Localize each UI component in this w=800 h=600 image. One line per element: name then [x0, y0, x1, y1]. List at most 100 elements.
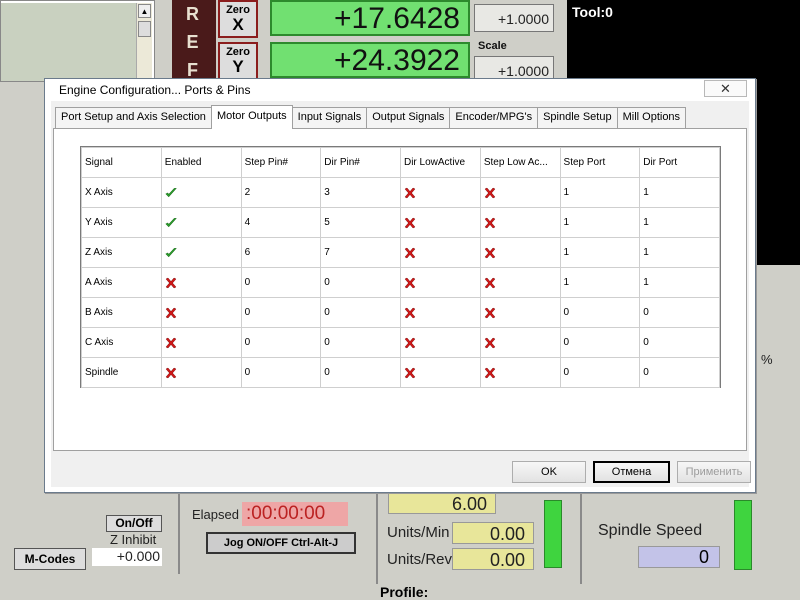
check-icon[interactable]: [165, 217, 178, 229]
cell-step-pin[interactable]: 0: [240, 357, 322, 388]
ok-button[interactable]: OK: [512, 461, 586, 483]
tab-encoder-mpg[interactable]: Encoder/MPG's: [449, 107, 539, 128]
cell-signal[interactable]: Z Axis: [81, 237, 162, 268]
cell-enabled[interactable]: [160, 237, 242, 268]
cell-step-port[interactable]: 0: [559, 327, 641, 358]
cell-signal[interactable]: B Axis: [81, 297, 162, 328]
tab-port-setup[interactable]: Port Setup and Axis Selection: [55, 107, 212, 128]
cell-enabled[interactable]: [160, 357, 242, 388]
scroll-up-icon[interactable]: ▲: [138, 4, 151, 18]
cell-step-pin[interactable]: 0: [240, 267, 322, 298]
z-inhibit-toggle[interactable]: On/Off: [106, 515, 162, 532]
cell-step-low-active[interactable]: [479, 237, 561, 268]
cell-enabled[interactable]: [160, 207, 242, 238]
cell-dir-pin[interactable]: 3: [320, 177, 401, 208]
cell-dir-low-active[interactable]: [399, 177, 481, 208]
cell-dir-low-active[interactable]: [399, 207, 481, 238]
cell-step-low-active[interactable]: [479, 267, 561, 298]
cell-signal[interactable]: Spindle: [81, 357, 162, 388]
cross-icon[interactable]: [404, 367, 417, 379]
cell-dir-port[interactable]: 1: [639, 267, 720, 298]
check-icon[interactable]: [165, 247, 178, 259]
cell-dir-low-active[interactable]: [399, 327, 481, 358]
tab-motor-outputs[interactable]: Motor Outputs: [210, 105, 293, 129]
cross-icon[interactable]: [484, 247, 497, 259]
cell-step-low-active[interactable]: [479, 207, 561, 238]
cross-icon[interactable]: [484, 337, 497, 349]
cell-enabled[interactable]: [160, 177, 242, 208]
tab-mill-options[interactable]: Mill Options: [616, 107, 687, 128]
ref-all-button[interactable]: R E F: [180, 0, 206, 82]
cross-icon[interactable]: [484, 307, 497, 319]
tab-input-signals[interactable]: Input Signals: [291, 107, 368, 128]
cross-icon[interactable]: [404, 247, 417, 259]
cross-icon[interactable]: [404, 307, 417, 319]
cross-icon[interactable]: [165, 307, 178, 319]
mcodes-button[interactable]: M-Codes: [14, 548, 86, 570]
cell-dir-port[interactable]: 1: [639, 237, 720, 268]
cross-icon[interactable]: [404, 187, 417, 199]
cell-step-pin[interactable]: 0: [240, 327, 322, 358]
cell-step-low-active[interactable]: [479, 297, 561, 328]
cell-step-port[interactable]: 1: [559, 177, 641, 208]
cell-enabled[interactable]: [160, 297, 242, 328]
cell-step-port[interactable]: 0: [559, 297, 641, 328]
cell-signal[interactable]: Y Axis: [81, 207, 162, 238]
cell-dir-port[interactable]: 1: [639, 177, 720, 208]
dro-y[interactable]: +24.3922: [270, 42, 470, 78]
cell-dir-pin[interactable]: 5: [320, 207, 401, 238]
cell-step-low-active[interactable]: [479, 177, 561, 208]
scroll-thumb[interactable]: [138, 21, 151, 37]
cross-icon[interactable]: [165, 367, 178, 379]
cross-icon[interactable]: [404, 277, 417, 289]
cell-dir-pin[interactable]: 0: [320, 357, 401, 388]
cell-step-low-active[interactable]: [479, 327, 561, 358]
cell-dir-pin[interactable]: 0: [320, 267, 401, 298]
cell-step-port[interactable]: 1: [559, 267, 641, 298]
cell-step-pin[interactable]: 2: [240, 177, 322, 208]
jog-toggle-button[interactable]: Jog ON/OFF Ctrl-Alt-J: [206, 532, 356, 554]
cross-icon[interactable]: [404, 217, 417, 229]
cross-icon[interactable]: [484, 277, 497, 289]
cross-icon[interactable]: [484, 187, 497, 199]
cell-enabled[interactable]: [160, 327, 242, 358]
cell-dir-port[interactable]: 0: [639, 327, 720, 358]
cell-signal[interactable]: X Axis: [81, 177, 162, 208]
cell-step-pin[interactable]: 6: [240, 237, 322, 268]
cross-icon[interactable]: [484, 367, 497, 379]
cell-signal[interactable]: A Axis: [81, 267, 162, 298]
cell-dir-pin[interactable]: 7: [320, 237, 401, 268]
cell-step-low-active[interactable]: [479, 357, 561, 388]
cell-dir-port[interactable]: 1: [639, 207, 720, 238]
cell-dir-pin[interactable]: 0: [320, 327, 401, 358]
cell-dir-low-active[interactable]: [399, 357, 481, 388]
dro-x[interactable]: +17.6428: [270, 0, 470, 36]
zero-y-button[interactable]: Zero Y: [218, 42, 258, 80]
cross-icon[interactable]: [165, 277, 178, 289]
cell-step-pin[interactable]: 4: [240, 207, 322, 238]
dialog-titlebar[interactable]: Engine Configuration... Ports & Pins ✕: [45, 79, 755, 101]
cell-enabled[interactable]: [160, 267, 242, 298]
cross-icon[interactable]: [165, 337, 178, 349]
cell-dir-low-active[interactable]: [399, 297, 481, 328]
cell-step-pin[interactable]: 0: [240, 297, 322, 328]
cell-dir-port[interactable]: 0: [639, 297, 720, 328]
cell-dir-port[interactable]: 0: [639, 357, 720, 388]
cross-icon[interactable]: [404, 337, 417, 349]
cell-step-port[interactable]: 1: [559, 207, 641, 238]
z-inhibit-value[interactable]: +0.000: [92, 548, 162, 566]
scale-x[interactable]: +1.0000: [474, 4, 554, 32]
apply-button[interactable]: Применить: [677, 461, 751, 483]
cell-dir-pin[interactable]: 0: [320, 297, 401, 328]
close-icon[interactable]: ✕: [704, 80, 747, 97]
cancel-button[interactable]: Отмена: [593, 461, 670, 483]
tab-spindle-setup[interactable]: Spindle Setup: [537, 107, 618, 128]
cell-step-port[interactable]: 0: [559, 357, 641, 388]
toolpath-view[interactable]: ▲: [0, 0, 155, 82]
cell-dir-low-active[interactable]: [399, 237, 481, 268]
cell-dir-low-active[interactable]: [399, 267, 481, 298]
toolpath-scrollbar[interactable]: ▲: [136, 3, 152, 81]
check-icon[interactable]: [165, 187, 178, 199]
cross-icon[interactable]: [484, 217, 497, 229]
cell-signal[interactable]: C Axis: [81, 327, 162, 358]
